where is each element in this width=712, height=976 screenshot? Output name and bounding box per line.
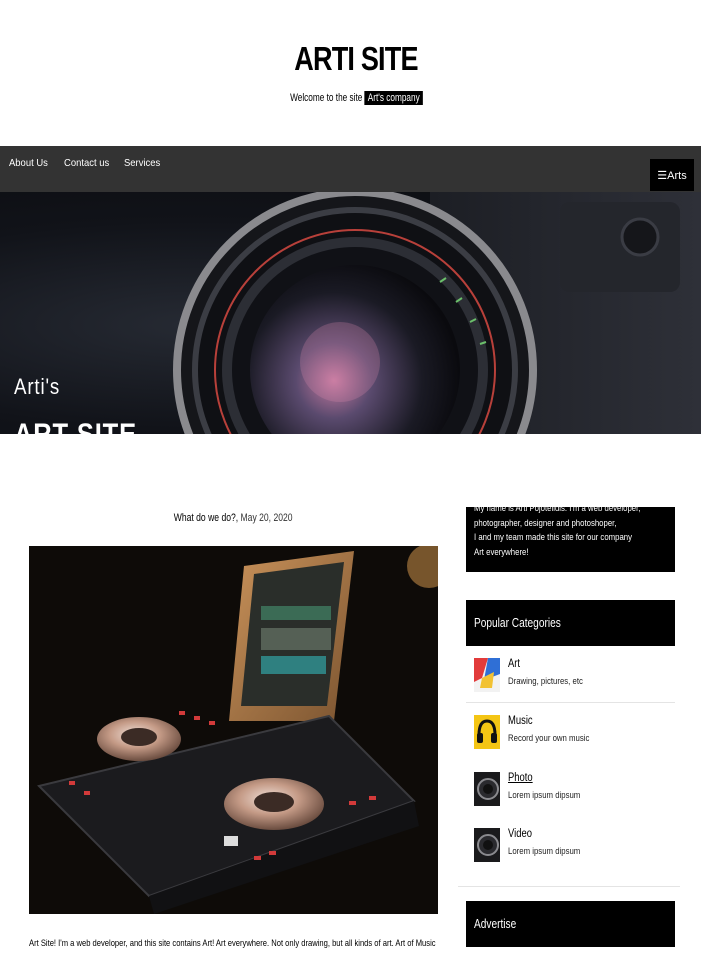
category-desc: Drawing, pictures, etc xyxy=(508,676,583,687)
nav-link-services[interactable]: Services xyxy=(124,157,160,169)
category-item-video[interactable]: Video Lorem ipsum dipsum xyxy=(474,826,674,866)
top-navbar: About Us Contact us Services ☰Arts xyxy=(0,146,701,192)
post-image-dj-controller xyxy=(29,546,438,914)
advertise-title: Advertise xyxy=(474,916,517,931)
site-title: ARTI SITE xyxy=(294,40,418,77)
post-excerpt: Art Site! I'm a web developer, and this … xyxy=(29,938,469,949)
popular-categories-header: Popular Categories xyxy=(466,600,675,646)
nav-link-contact[interactable]: Contact us xyxy=(64,157,109,169)
category-item-music[interactable]: Music Record your own music xyxy=(474,713,674,753)
nav-menu-toggle-button[interactable]: ☰Arts xyxy=(650,159,694,191)
tagline-text: Welcome to the site xyxy=(289,92,362,104)
category-desc: Lorem ipsum dipsum xyxy=(508,846,581,857)
camera-lens-image xyxy=(173,192,701,434)
nav-link-about[interactable]: About Us xyxy=(9,157,48,169)
art-thumbnail-icon xyxy=(474,658,500,692)
category-item-art[interactable]: Art Drawing, pictures, etc xyxy=(474,656,674,696)
category-desc: Record your own music xyxy=(508,733,590,744)
category-name[interactable]: Video xyxy=(508,828,532,840)
about-line: My name is Arti Pojotelidis. I'm a web d… xyxy=(474,507,641,514)
post-excerpt-text: Art Site! I'm a web developer, and this … xyxy=(29,938,436,949)
category-name[interactable]: Art xyxy=(508,658,520,670)
about-line: I and my team made this site for our com… xyxy=(474,532,633,543)
divider xyxy=(458,886,680,887)
popular-categories-title: Popular Categories xyxy=(474,615,561,630)
about-box: My name is Arti Pojotelidis. I'm a web d… xyxy=(466,507,675,572)
divider xyxy=(466,702,675,703)
category-item-photo[interactable]: Photo Lorem ipsum dipsum xyxy=(474,770,674,810)
camera-thumbnail-icon xyxy=(474,772,500,806)
camera-thumbnail-icon xyxy=(474,828,500,862)
hero-title: ART SITE xyxy=(14,418,137,434)
about-line: Art everywhere! xyxy=(474,546,529,558)
about-line: photographer, designer and photoshoper, xyxy=(474,517,617,529)
post-title[interactable]: What do we do?, xyxy=(174,512,238,524)
post-meta: What do we do?, May 20, 2020 xyxy=(29,512,438,524)
advertise-header: Advertise xyxy=(466,901,675,947)
category-name[interactable]: Photo xyxy=(508,772,533,784)
hero-subtitle: Arti's xyxy=(14,374,61,399)
headphones-thumbnail-icon xyxy=(474,715,500,749)
post-date: May 20, 2020 xyxy=(240,512,293,524)
category-desc: Lorem ipsum dipsum xyxy=(508,790,581,801)
category-name[interactable]: Music xyxy=(508,715,533,727)
site-tagline: Welcome to the site Art's company xyxy=(0,91,712,105)
hero-banner: Arti's ART SITE xyxy=(0,192,701,434)
dj-controller-image xyxy=(29,546,438,914)
tagline-highlight: Art's company xyxy=(364,91,423,105)
